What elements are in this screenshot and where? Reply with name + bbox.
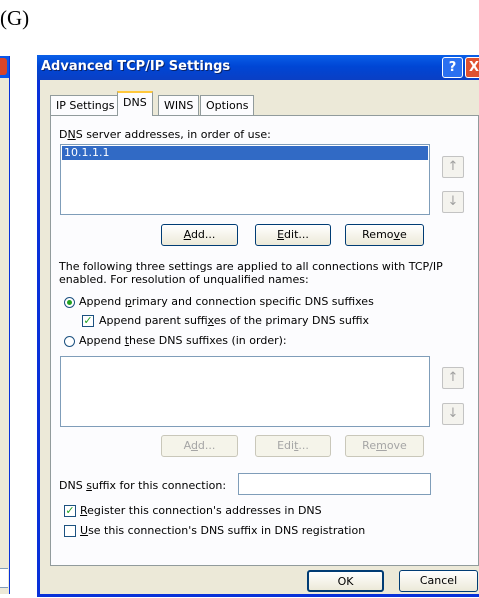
- dns-server-list[interactable]: 10.1.1.1: [60, 144, 430, 215]
- radio-append-primary[interactable]: [64, 297, 75, 308]
- description-line-1: The following three settings are applied…: [59, 260, 443, 273]
- tab-ip-settings[interactable]: IP Settings: [50, 95, 121, 115]
- titlebar: Advanced TCP/IP Settings ? X: [37, 55, 479, 80]
- add-server-button[interactable]: Add...: [161, 224, 238, 246]
- checkbox-use-suffix[interactable]: [64, 525, 76, 537]
- tab-wins[interactable]: WINS: [158, 95, 200, 115]
- ok-button[interactable]: OK: [307, 570, 384, 592]
- description-line-2: enabled. For resolution of unqualified n…: [59, 273, 309, 286]
- background-window-field: [0, 568, 8, 588]
- window-title: Advanced TCP/IP Settings: [41, 59, 231, 74]
- list-item-selected[interactable]: 10.1.1.1: [62, 146, 428, 160]
- radio-append-these-label: Append these DNS suffixes (in order):: [79, 334, 287, 347]
- move-up-icon[interactable]: ↑: [442, 156, 464, 178]
- remove-server-button[interactable]: Remove: [345, 224, 424, 246]
- edit-suffix-button[interactable]: Edit...: [255, 435, 331, 457]
- dns-suffix-label: DNS suffix for this connection:: [59, 479, 227, 492]
- suffix-move-up-icon[interactable]: ↑: [442, 367, 464, 389]
- checkbox-register-label: Register this connection's addresses in …: [80, 504, 322, 517]
- move-down-icon[interactable]: ↓: [442, 191, 464, 213]
- dns-servers-label: DNS server addresses, in order of use:: [59, 128, 271, 141]
- suffix-move-down-icon[interactable]: ↓: [442, 403, 464, 425]
- background-window-edge: [0, 56, 10, 594]
- checkbox-use-suffix-label: Use this connection's DNS suffix in DNS …: [80, 524, 366, 537]
- radio-append-primary-label: Append primary and connection specific D…: [79, 295, 374, 308]
- cancel-button[interactable]: Cancel: [399, 570, 478, 592]
- close-icon[interactable]: X: [465, 57, 479, 78]
- dns-suffix-input[interactable]: [238, 473, 431, 495]
- radio-selected-dot: [67, 300, 72, 305]
- edit-server-button[interactable]: Edit...: [255, 224, 331, 246]
- checkbox-append-parent-label: Append parent suffixes of the primary DN…: [99, 314, 369, 327]
- dns-tab-panel: DNS server addresses, in order of use: 1…: [50, 115, 479, 566]
- advanced-tcpip-dialog: Advanced TCP/IP Settings ? X IP Settings…: [37, 55, 479, 597]
- tab-dns[interactable]: DNS: [117, 91, 153, 116]
- checkbox-append-parent[interactable]: ✓: [82, 315, 94, 327]
- help-button[interactable]: ?: [442, 57, 463, 78]
- tab-options[interactable]: Options: [200, 95, 255, 115]
- figure-label: (G): [0, 6, 30, 30]
- remove-suffix-button[interactable]: Remove: [345, 435, 424, 457]
- radio-append-these[interactable]: [64, 336, 75, 347]
- dns-suffix-list[interactable]: [60, 356, 430, 427]
- add-suffix-button[interactable]: Add...: [161, 435, 238, 457]
- background-close-icon: [0, 58, 7, 75]
- checkbox-register[interactable]: ✓: [64, 505, 76, 517]
